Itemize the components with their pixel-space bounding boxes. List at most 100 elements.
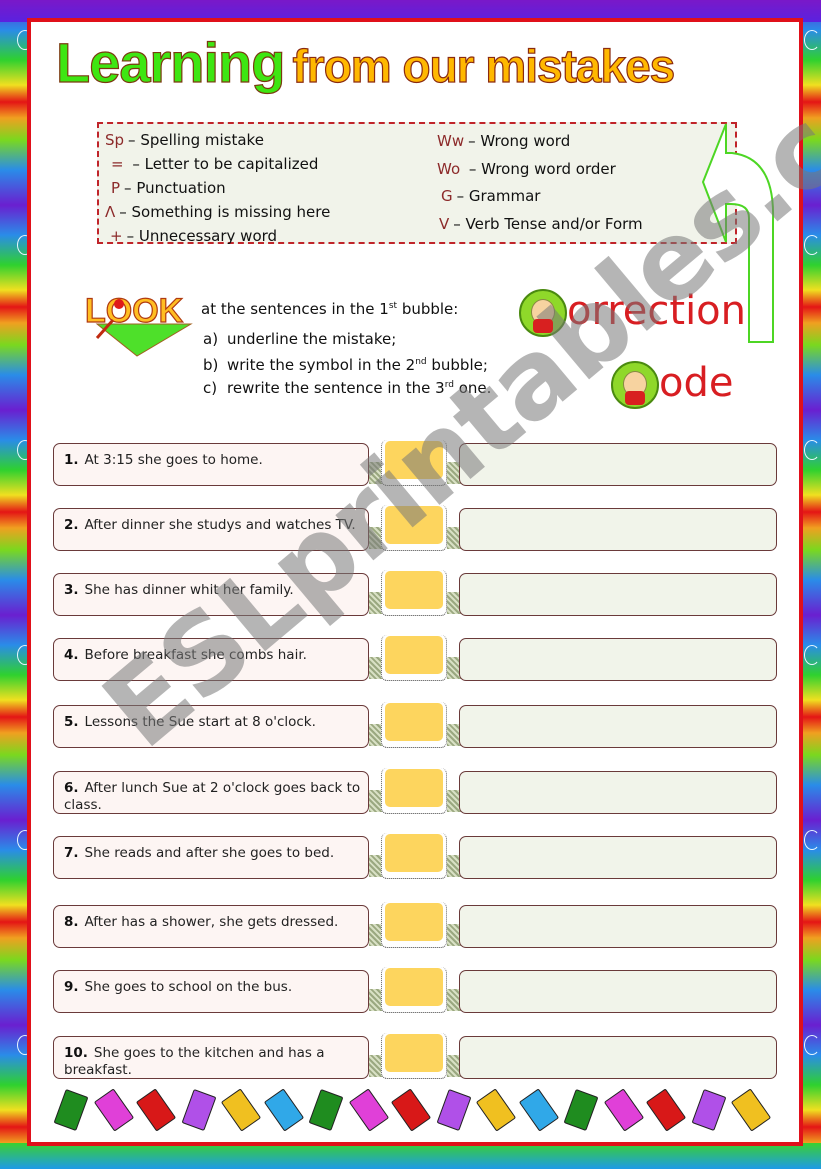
- legend-symbol: V: [439, 214, 450, 233]
- legend-meaning: – Verb Tense and/or Form: [453, 214, 643, 233]
- svg-text:LOOK: LOOK: [85, 292, 184, 330]
- worksheet-page: Learning from our mistakes Sp – Spelling m…: [27, 0, 821, 1146]
- symbol-bubble[interactable]: [381, 902, 447, 948]
- exercise-row: 9. She goes to school on the bus.: [53, 967, 777, 1013]
- code-heading: ode: [611, 360, 733, 409]
- sentence-bubble[interactable]: 2. After dinner she studys and watches TV…: [53, 508, 369, 551]
- step-text: rewrite the sentence in the 3: [227, 379, 445, 397]
- book-icon: [308, 1088, 344, 1132]
- legend-meaning: – Something is missing here: [119, 203, 331, 221]
- book-icon: [93, 1088, 134, 1132]
- book-icon: [181, 1088, 216, 1132]
- exercise-row: 8. After has a shower, she gets dressed.: [53, 902, 777, 948]
- legend-item: G – Grammar: [437, 183, 643, 211]
- book-icon: [348, 1088, 389, 1132]
- sentence-bubble[interactable]: 6. After lunch Sue at 2 o'clock goes back…: [53, 771, 369, 814]
- legend-item: Sp – Spelling mistake: [105, 128, 330, 152]
- legend-meaning: – Punctuation: [124, 179, 226, 197]
- rewrite-bubble[interactable]: [459, 443, 777, 486]
- rewrite-bubble[interactable]: [459, 836, 777, 879]
- legend-meaning: – Letter to be capitalized: [127, 155, 319, 173]
- exercise-number: 9.: [64, 979, 79, 995]
- book-icon: [603, 1088, 644, 1132]
- book-icon: [390, 1088, 432, 1132]
- symbol-bubble[interactable]: [381, 768, 447, 814]
- symbol-bubble[interactable]: [381, 702, 447, 748]
- legend-symbol: +: [110, 227, 123, 245]
- symbol-bubble-fill: [385, 703, 443, 741]
- sentence-bubble[interactable]: 1. At 3:15 she goes to home.: [53, 443, 369, 486]
- step-sup: rd: [444, 380, 454, 390]
- instruction-step: a) underline the mistake;: [203, 328, 491, 351]
- book-icon: [135, 1088, 177, 1132]
- ring-decoration: [804, 235, 820, 255]
- instruction-step: b) write the symbol in the 2nd bubble;: [203, 351, 491, 374]
- rewrite-bubble[interactable]: [459, 970, 777, 1013]
- exercise-sentence: At 3:15 she goes to home.: [84, 452, 263, 468]
- symbol-bubble-fill: [385, 506, 443, 544]
- legend-item: Λ – Something is missing here: [105, 200, 330, 224]
- rewrite-bubble[interactable]: [459, 771, 777, 814]
- legend-item: = – Letter to be capitalized: [105, 152, 330, 176]
- symbol-bubble-fill: [385, 1034, 443, 1072]
- legend-meaning: – Wrong word: [468, 132, 571, 150]
- symbol-bubble-fill: [385, 968, 443, 1006]
- lead-text: at the sentences in the 1: [201, 300, 389, 318]
- rewrite-bubble[interactable]: [459, 573, 777, 616]
- legend-column-left: Sp – Spelling mistake = – Letter to be ca…: [105, 128, 330, 248]
- exercise-number: 4.: [64, 647, 79, 663]
- sentence-bubble[interactable]: 9. She goes to school on the bus.: [53, 970, 369, 1013]
- exercise-number: 6.: [64, 780, 79, 796]
- symbol-bubble[interactable]: [381, 440, 447, 486]
- legend-symbol: =: [111, 155, 124, 173]
- instructions-lead: at the sentences in the 1st bubble:: [201, 294, 491, 318]
- symbol-bubble[interactable]: [381, 1033, 447, 1079]
- sentence-bubble[interactable]: 3. She has dinner whit her family.: [53, 573, 369, 616]
- symbol-bubble[interactable]: [381, 833, 447, 879]
- ring-decoration: [804, 830, 820, 850]
- step-text: write the symbol in the 2: [227, 356, 416, 374]
- exercise-number: 8.: [64, 914, 79, 930]
- rewrite-bubble[interactable]: [459, 1036, 777, 1079]
- rewrite-bubble[interactable]: [459, 905, 777, 948]
- symbol-bubble[interactable]: [381, 505, 447, 551]
- sentence-bubble[interactable]: 10. She goes to the kitchen and has a bre…: [53, 1036, 369, 1079]
- legend-symbol: G: [441, 187, 453, 205]
- symbol-bubble[interactable]: [381, 635, 447, 681]
- symbol-bubble-fill: [385, 903, 443, 941]
- correction-code-legend: Sp – Spelling mistake = – Letter to be ca…: [97, 122, 737, 245]
- ring-decoration: [804, 440, 820, 460]
- look-logo: LOOK: [83, 290, 195, 364]
- symbol-bubble[interactable]: [381, 570, 447, 616]
- book-icon: [691, 1088, 726, 1132]
- step-marker: a): [203, 330, 219, 348]
- sentence-bubble[interactable]: 7. She reads and after she goes to bed.: [53, 836, 369, 879]
- book-icon: [53, 1088, 89, 1132]
- rewrite-bubble[interactable]: [459, 508, 777, 551]
- symbol-bubble-fill: [385, 769, 443, 807]
- sentence-bubble[interactable]: 5. Lessons the Sue start at 8 o'clock.: [53, 705, 369, 748]
- correction-word: orrection: [567, 288, 747, 334]
- exercise-number: 10.: [64, 1045, 88, 1061]
- exercise-number: 7.: [64, 845, 79, 861]
- code-word: ode: [659, 360, 734, 406]
- legend-item: P – Punctuation: [105, 176, 330, 200]
- sentence-bubble[interactable]: 8. After has a shower, she gets dressed.: [53, 905, 369, 948]
- symbol-bubble[interactable]: [381, 967, 447, 1013]
- legend-meaning: – Unnecessary word: [126, 227, 278, 245]
- exercise-sentence: Lessons the Sue start at 8 o'clock.: [84, 714, 316, 730]
- legend-column-right: Ww – Wrong word Wo – Wrong word order G – …: [437, 128, 643, 238]
- symbol-bubble-fill: [385, 571, 443, 609]
- legend-symbol: P: [111, 179, 121, 197]
- legend-symbol: Λ: [105, 203, 116, 221]
- legend-symbol: Ww: [437, 132, 465, 150]
- exercise-number: 5.: [64, 714, 79, 730]
- legend-item: Wo – Wrong word order: [437, 156, 643, 184]
- rewrite-bubble[interactable]: [459, 705, 777, 748]
- step-after: bubble;: [426, 356, 488, 374]
- rewrite-bubble[interactable]: [459, 638, 777, 681]
- sentence-bubble[interactable]: 4. Before breakfast she combs hair.: [53, 638, 369, 681]
- exercise-number: 1.: [64, 452, 79, 468]
- book-icon: [563, 1088, 599, 1132]
- book-icon: [436, 1088, 471, 1132]
